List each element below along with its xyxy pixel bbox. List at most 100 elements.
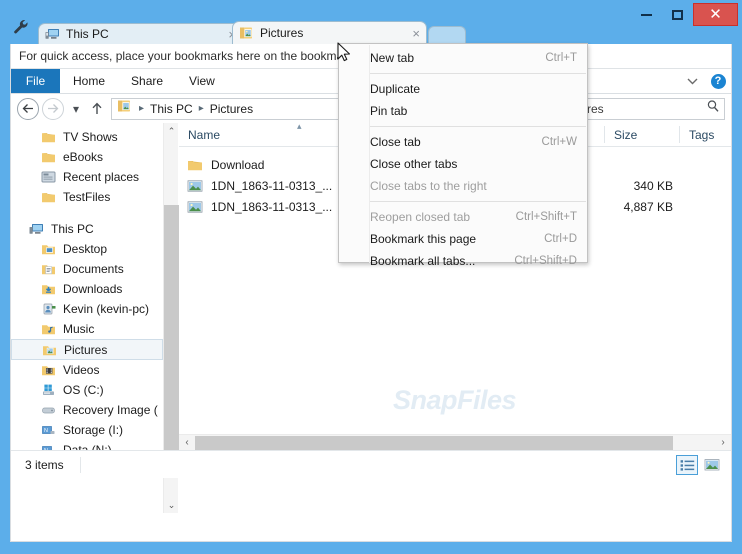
file-name-label: Download xyxy=(211,158,265,172)
back-button[interactable] xyxy=(17,97,39,120)
sidebar-item-kevin[interactable]: Kevin (kevin-pc) xyxy=(11,299,163,319)
sidebar-item-documents[interactable]: Documents xyxy=(11,259,163,279)
large-icons-view-button[interactable] xyxy=(701,455,723,475)
chevron-down-icon[interactable] xyxy=(679,69,705,93)
column-label: Tags xyxy=(689,127,715,142)
scroll-left-button[interactable]: ‹ xyxy=(179,435,195,450)
menu-item-accel: Ctrl+W xyxy=(541,136,577,148)
menu-item-label: Close other tabs xyxy=(370,157,458,171)
sidebar-item-pictures[interactable]: Pictures xyxy=(11,339,163,360)
search-icon xyxy=(706,99,720,118)
menu-item-reopen-closed-tab: Reopen closed tab Ctrl+Shift+T xyxy=(339,206,587,228)
new-tab-button[interactable] xyxy=(428,26,466,44)
search-input[interactable]: res xyxy=(587,102,706,116)
minimize-button[interactable] xyxy=(631,4,662,26)
menu-item-bookmark-this-page[interactable]: Bookmark this page Ctrl+D xyxy=(339,228,587,250)
breadcrumb-pictures[interactable]: Pictures xyxy=(210,102,253,116)
sidebar-item-this-pc[interactable]: This PC xyxy=(11,219,163,239)
bookmark-bar-hint: For quick access, place your bookmarks h… xyxy=(19,49,344,63)
close-button[interactable]: ✕ xyxy=(693,3,738,26)
this-pc-icon xyxy=(45,27,61,41)
menu-item-bookmark-all-tabs[interactable]: Bookmark all tabs... Ctrl+Shift+D xyxy=(339,250,587,272)
ribbon-tab-share[interactable]: Share xyxy=(118,69,176,93)
folder-icon xyxy=(41,150,57,164)
column-header-tags[interactable]: Tags xyxy=(679,126,731,143)
menu-item-accel: Ctrl+Shift+T xyxy=(515,211,577,223)
scrollbar-thumb[interactable] xyxy=(164,205,179,463)
menu-item-label: Reopen closed tab xyxy=(370,210,471,224)
scroll-down-button[interactable]: ⌄ xyxy=(164,497,179,513)
sidebar-item-label: Documents xyxy=(63,262,124,276)
sidebar-item-tv-shows[interactable]: TV Shows xyxy=(11,127,163,147)
recent-locations-button[interactable]: ▾ xyxy=(67,98,85,120)
tab-pictures[interactable]: Pictures × xyxy=(232,21,427,44)
sidebar-item-storage-drive[interactable]: N Storage (I:) xyxy=(11,420,163,440)
details-view-button[interactable] xyxy=(676,455,698,475)
menu-item-label: Pin tab xyxy=(370,104,408,118)
ribbon-tab-view[interactable]: View xyxy=(176,69,228,93)
tab-context-menu[interactable]: New tab Ctrl+T Duplicate Pin tab Close t… xyxy=(338,43,588,268)
menu-item-pin-tab[interactable]: Pin tab xyxy=(339,100,587,122)
sidebar-item-ebooks[interactable]: eBooks xyxy=(11,147,163,167)
menu-item-close-other-tabs[interactable]: Close other tabs xyxy=(339,153,587,175)
sidebar-item-recent-places[interactable]: Recent places xyxy=(11,167,163,187)
wrench-icon[interactable] xyxy=(8,14,34,40)
sidebar-item-videos[interactable]: Videos xyxy=(11,360,163,380)
sidebar-item-label: Recent places xyxy=(63,170,140,184)
file-list-hscrollbar[interactable]: ‹ › xyxy=(179,434,731,450)
sidebar-item-downloads[interactable]: Downloads xyxy=(11,279,163,299)
documents-folder-icon xyxy=(41,262,57,276)
menu-item-label: Duplicate xyxy=(370,82,421,96)
menu-item-label: Close tab xyxy=(370,135,421,149)
sidebar-item-music[interactable]: Music xyxy=(11,319,163,339)
scroll-right-button[interactable]: › xyxy=(715,435,731,450)
sidebar-item-os-drive[interactable]: OS (C:) xyxy=(11,380,163,400)
title-bar: ✕ This PC × xyxy=(0,0,742,44)
ribbon-file-menu[interactable]: File xyxy=(11,69,60,93)
scroll-up-button[interactable]: ⌃ xyxy=(164,123,179,139)
desktop-folder-icon xyxy=(41,242,57,256)
drive-icon xyxy=(41,403,57,417)
search-box[interactable]: res xyxy=(582,97,725,120)
sidebar-item-label: Desktop xyxy=(63,242,108,256)
menu-rail-line xyxy=(369,45,370,263)
forward-button[interactable] xyxy=(42,97,64,120)
sidebar-item-label: Downloads xyxy=(63,282,123,296)
maximize-button[interactable] xyxy=(662,4,693,26)
up-button[interactable] xyxy=(88,98,106,120)
sidebar-item-label: OS (C:) xyxy=(63,383,104,397)
sidebar-item-desktop[interactable]: Desktop xyxy=(11,239,163,259)
view-mode-buttons xyxy=(676,455,723,475)
tab-close-icon[interactable]: × xyxy=(412,27,420,40)
folder-icon xyxy=(41,190,57,204)
status-bar: 3 items xyxy=(11,450,731,478)
user-folder-icon xyxy=(41,302,57,316)
help-button[interactable]: ? xyxy=(705,69,731,93)
sidebar-item-label: Pictures xyxy=(64,342,108,357)
sidebar-item-testfiles[interactable]: TestFiles xyxy=(11,187,163,207)
file-name-label: 1DN_1863-11-0313_... xyxy=(211,179,333,193)
sidebar-item-recovery-image[interactable]: Recovery Image ( xyxy=(11,400,163,420)
breadcrumb-separator: ▸ xyxy=(139,103,145,114)
tab-this-pc[interactable]: This PC × xyxy=(38,23,243,44)
hscrollbar-thumb[interactable] xyxy=(195,436,673,450)
menu-item-new-tab[interactable]: New tab Ctrl+T xyxy=(339,47,587,69)
ribbon-tab-home[interactable]: Home xyxy=(60,69,118,93)
menu-item-close-tabs-to-the-right: Close tabs to the right xyxy=(339,175,587,197)
menu-separator xyxy=(370,201,586,202)
menu-separator xyxy=(370,73,586,74)
sidebar-item-label: eBooks xyxy=(63,150,104,164)
breadcrumb-separator: ▸ xyxy=(198,103,204,114)
breadcrumb-this-pc[interactable]: This PC xyxy=(150,102,193,116)
svg-text:N: N xyxy=(44,428,48,434)
explorer-window: ✕ This PC × xyxy=(0,0,742,554)
recent-places-icon xyxy=(41,170,57,184)
sidebar-item-label: Storage (I:) xyxy=(63,423,124,437)
item-count-label: 3 items xyxy=(25,457,64,472)
column-label: Name xyxy=(188,127,221,142)
menu-item-close-tab[interactable]: Close tab Ctrl+W xyxy=(339,131,587,153)
menu-item-duplicate[interactable]: Duplicate xyxy=(339,78,587,100)
column-header-size[interactable]: Size xyxy=(604,126,679,143)
pictures-folder-icon xyxy=(239,26,255,40)
menu-item-label: Close tabs to the right xyxy=(370,179,487,193)
